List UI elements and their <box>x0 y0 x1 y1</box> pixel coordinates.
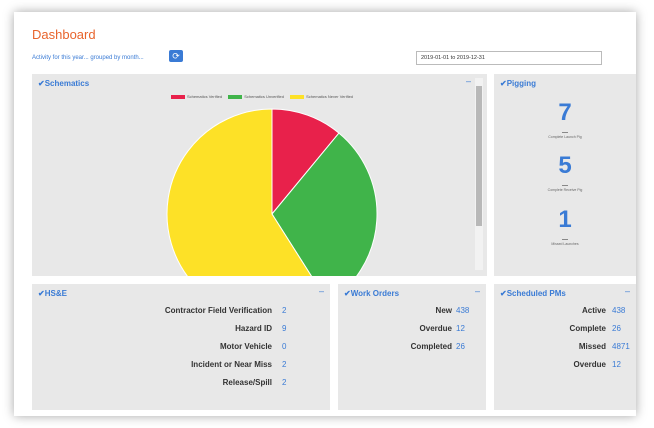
schematics-pie-chart <box>166 108 378 276</box>
scheduled-pms-panel: ✔Scheduled PMs – Active 438 Complete 26 … <box>494 284 636 410</box>
pigging-receive-count: 5 <box>558 152 572 179</box>
hse-row-value[interactable]: 2 <box>282 378 286 387</box>
work-orders-row-label: Completed <box>410 342 452 351</box>
scheduled-pms-row-value[interactable]: 26 <box>612 324 621 333</box>
scheduled-pms-row-label: Overdue <box>573 360 606 369</box>
divider <box>562 185 568 186</box>
pigging-launch-count: 7 <box>558 99 572 126</box>
divider <box>562 239 568 240</box>
hse-row-label: Hazard ID <box>235 324 272 333</box>
scheduled-pms-row-label: Missed <box>578 342 606 351</box>
hse-row-value[interactable]: 9 <box>282 324 286 333</box>
divider <box>562 132 568 133</box>
pigging-title: ✔Pigging <box>500 79 537 88</box>
pigging-receive-label: Complete Receive Pig <box>547 188 583 192</box>
date-range-input[interactable]: 2019-01-01 to 2019-12-31 <box>416 51 602 65</box>
work-orders-panel: ✔Work Orders – New 438 Overdue 12 Comple… <box>338 284 486 410</box>
hse-row-label: Contractor Field Verification <box>164 306 272 315</box>
dashboard-sheet: Dashboard Activity for this year... grou… <box>14 12 636 416</box>
scheduled-pms-title: ✔Scheduled PMs <box>500 289 566 298</box>
refresh-button[interactable]: ⟳ <box>169 50 183 62</box>
hse-row-label: Motor Vehicle <box>219 342 272 351</box>
work-orders-row-value[interactable]: 26 <box>456 342 465 351</box>
pigging-missed-count: 1 <box>558 206 572 233</box>
work-orders-row-label: Overdue <box>419 324 452 333</box>
schematics-scroll-thumb[interactable] <box>476 86 482 226</box>
hse-row-label: Release/Spill <box>222 378 272 387</box>
scheduled-pms-row-label: Active <box>581 306 606 315</box>
page-title: Dashboard <box>32 27 96 42</box>
pigging-panel: ✔Pigging 7 Complete Launch Pig 5 Complet… <box>494 74 636 276</box>
pigging-missed-label: Missed Launches <box>551 242 579 246</box>
hse-collapse-button[interactable]: – <box>319 286 324 296</box>
activity-filter-label[interactable]: Activity for this year... grouped by mon… <box>32 55 144 61</box>
hse-row-label: Incident or Near Miss <box>191 360 272 369</box>
pigging-launch-label: Complete Launch Pig <box>548 135 582 139</box>
hse-row-value[interactable]: 2 <box>282 306 286 315</box>
hse-title: ✔HS&E <box>38 289 67 298</box>
work-orders-row-value[interactable]: 12 <box>456 324 465 333</box>
work-orders-row-value[interactable]: 438 <box>456 306 469 315</box>
scheduled-pms-row-value[interactable]: 4871 <box>612 342 630 351</box>
hse-row-value[interactable]: 0 <box>282 342 286 351</box>
scheduled-pms-row-label: Complete <box>569 324 606 333</box>
hse-row-value[interactable]: 2 <box>282 360 286 369</box>
scheduled-pms-collapse-button[interactable]: – <box>625 286 630 296</box>
refresh-icon: ⟳ <box>172 51 180 61</box>
work-orders-row-label: New <box>435 306 452 315</box>
work-orders-collapse-button[interactable]: – <box>475 286 480 296</box>
scheduled-pms-row-value[interactable]: 12 <box>612 360 621 369</box>
scheduled-pms-row-value[interactable]: 438 <box>612 306 625 315</box>
work-orders-title: ✔Work Orders <box>344 289 400 298</box>
hse-panel: ✔HS&E – Contractor Field Verification 2 … <box>32 284 330 410</box>
schematics-panel: ✔Schematics – Schematics Verified Schema… <box>32 74 487 276</box>
schematics-scrollbar[interactable] <box>475 78 483 270</box>
